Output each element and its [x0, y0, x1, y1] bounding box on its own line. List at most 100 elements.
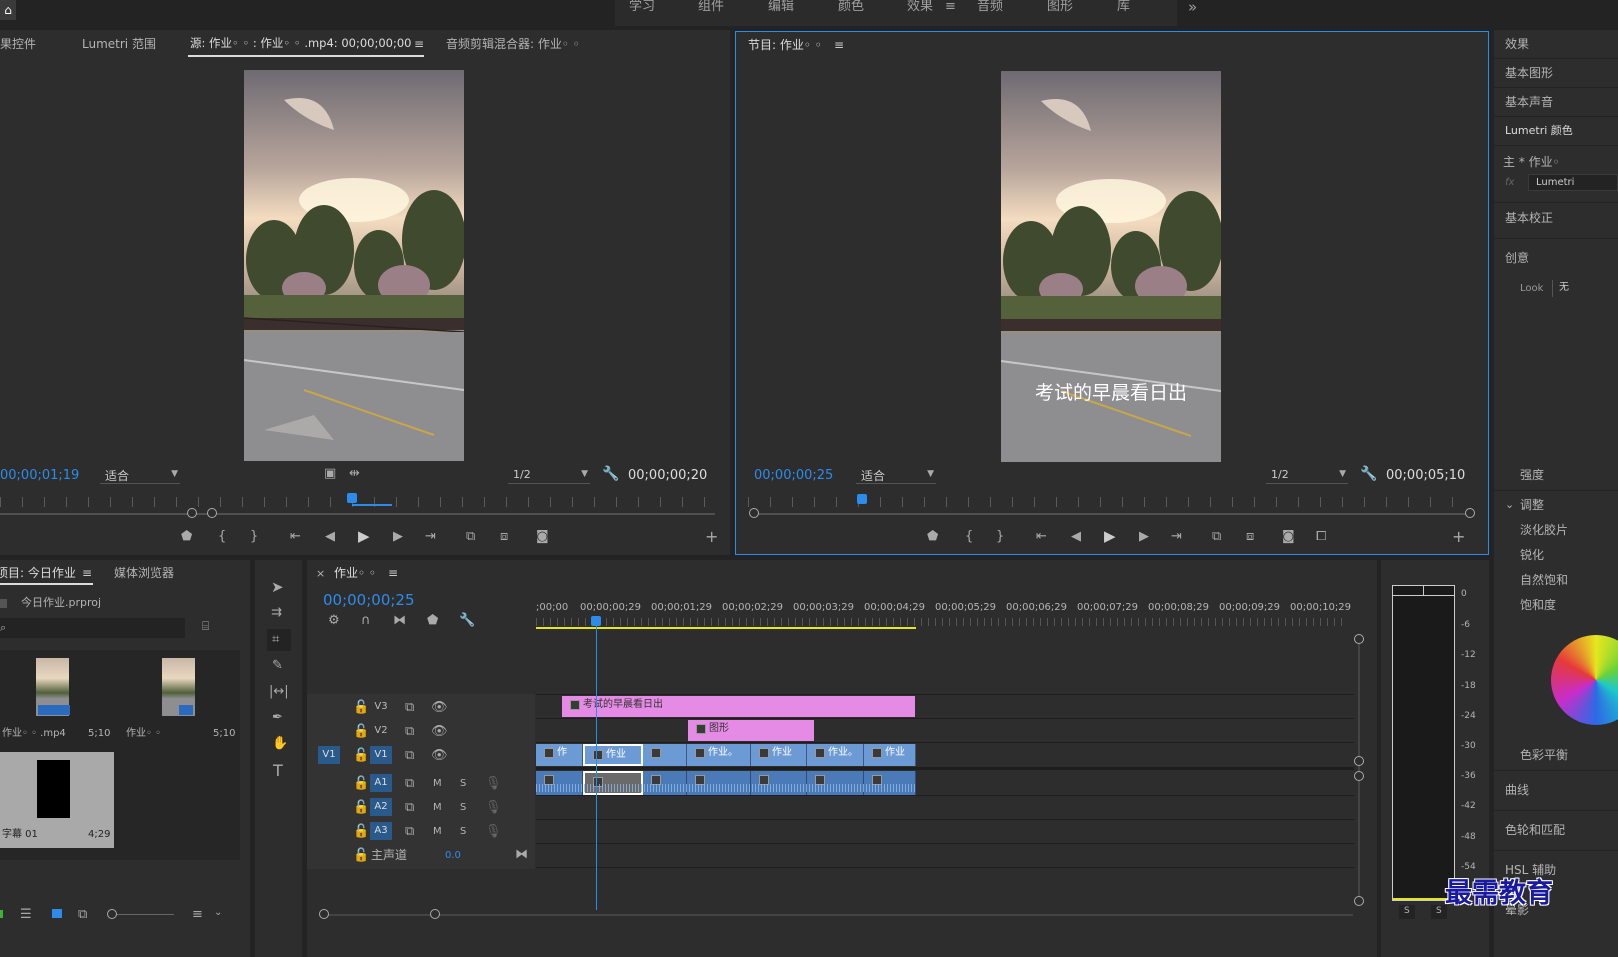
type-tool-icon[interactable]: T: [273, 763, 283, 779]
sort-icon[interactable]: ≡: [192, 908, 203, 921]
eye-icon[interactable]: 👁: [431, 701, 448, 714]
mark-out-icon[interactable]: }: [250, 530, 258, 543]
timeline-timecode[interactable]: 00;00;00;25: [323, 593, 415, 608]
source-playhead[interactable]: [347, 493, 357, 503]
work-area-bar[interactable]: [536, 627, 916, 629]
freeform-view-icon[interactable]: ⧉: [78, 908, 87, 921]
track-label[interactable]: V1: [370, 746, 392, 764]
program-zoom-scrollbar[interactable]: [754, 513, 1470, 515]
workspace-tab-graphics[interactable]: 图形: [1047, 0, 1073, 26]
wrench-icon[interactable]: 🔧: [1360, 467, 1377, 481]
panel-item-essential-graphics[interactable]: 基本图形: [1505, 67, 1553, 79]
section-color-wheels[interactable]: 色轮和匹配: [1505, 824, 1565, 836]
sync-lock-icon[interactable]: ⧉: [405, 749, 414, 762]
v1-clip[interactable]: [643, 744, 687, 766]
program-video-frame[interactable]: 考试的早晨看日出: [1001, 71, 1221, 462]
microphone-icon[interactable]: 🎙: [485, 825, 502, 838]
find-icon[interactable]: ⌸: [202, 620, 209, 632]
microphone-icon[interactable]: 🎙: [485, 777, 502, 790]
razor-tool-icon[interactable]: ✎: [272, 659, 283, 672]
track-label[interactable]: A3: [370, 822, 392, 840]
chevron-down-icon[interactable]: ⌄: [1505, 499, 1514, 510]
sync-lock-icon[interactable]: ⧉: [405, 801, 414, 814]
project-item-caption[interactable]: 字幕 01 4;29: [0, 752, 114, 848]
workspace-tab-effects[interactable]: 效果: [907, 0, 933, 26]
lock-icon[interactable]: 🔓: [353, 825, 369, 838]
add-button-icon[interactable]: +: [705, 529, 718, 545]
go-to-out-icon[interactable]: ⇥: [425, 530, 436, 543]
panel-item-lumetri-color[interactable]: Lumetri 颜色: [1505, 125, 1573, 136]
project-item-sequence[interactable]: 作业◦ ◦ 5;10: [122, 652, 235, 745]
v1-clip[interactable]: 作业。: [807, 744, 864, 766]
hscroll-handle-right[interactable]: [430, 909, 440, 919]
graphic-clip[interactable]: 图形: [688, 720, 814, 741]
slip-tool-icon[interactable]: |↔|: [269, 685, 289, 698]
lock-icon[interactable]: 🔓: [353, 801, 369, 814]
title-clip[interactable]: 考试的早晨看日出: [562, 696, 915, 717]
microphone-icon[interactable]: 🎙: [485, 801, 502, 814]
solo-left-button[interactable]: S: [1399, 905, 1415, 919]
v1-clip-selected[interactable]: 作业: [583, 744, 643, 766]
pen-tool-icon[interactable]: ✒: [272, 711, 283, 724]
panel-menu-icon[interactable]: ≡: [834, 39, 844, 51]
step-forward-icon[interactable]: ▶: [1139, 530, 1149, 543]
source-zoom-scrollbar[interactable]: [0, 513, 715, 515]
drag-video-only-icon[interactable]: ⇹: [349, 467, 360, 480]
linked-selection-icon[interactable]: ⧓: [393, 614, 406, 627]
tab-source[interactable]: 源: 作业◦ ◦ : 作业◦ ◦ .mp4: 00;00;00;00: [190, 37, 411, 50]
vscroll-handle[interactable]: [1354, 756, 1364, 766]
workspace-tab-learn[interactable]: 学习: [629, 0, 655, 26]
lock-icon[interactable]: 🔓: [353, 749, 369, 762]
sync-lock-icon[interactable]: ⧉: [405, 777, 414, 790]
tab-media-browser[interactable]: 媒体浏览器: [114, 567, 174, 579]
tab-effect-controls[interactable]: 效果控件: [0, 38, 36, 50]
workspace-tab-audio[interactable]: 音频: [977, 0, 1003, 26]
section-basic-correction[interactable]: 基本校正: [1505, 212, 1553, 224]
home-icon[interactable]: ⌂: [0, 0, 16, 20]
program-zoom-handle-right[interactable]: [1465, 508, 1475, 518]
workspace-overflow-icon[interactable]: »: [1188, 0, 1197, 26]
source-resolution-dropdown[interactable]: 1/2 ▼: [508, 467, 590, 484]
vscroll-handle[interactable]: [1354, 896, 1364, 906]
tab-project[interactable]: 项目: 今日作业: [0, 567, 76, 579]
wrench-icon[interactable]: 🔧: [602, 467, 619, 481]
go-to-in-icon[interactable]: ⇤: [1036, 530, 1047, 543]
timeline-tab-title[interactable]: 作业◦ ◦: [334, 567, 376, 579]
comparison-view-icon[interactable]: ⧠: [1316, 530, 1326, 543]
insert-icon[interactable]: ⧉: [466, 530, 475, 543]
sync-lock-icon[interactable]: ⧉: [405, 725, 414, 738]
mark-in-icon[interactable]: {: [218, 530, 226, 543]
v1-clip[interactable]: 作业: [864, 744, 916, 766]
source-fit-dropdown[interactable]: 适合 ▼: [100, 467, 180, 484]
sync-lock-icon[interactable]: ⧉: [405, 701, 414, 714]
camera-icon[interactable]: ◙: [536, 530, 549, 543]
v1-clip[interactable]: 作: [536, 744, 583, 766]
play-icon[interactable]: ▶: [358, 529, 370, 544]
solo-button[interactable]: S: [460, 827, 466, 837]
play-icon[interactable]: ▶: [1104, 529, 1116, 544]
vscroll-handle[interactable]: [1354, 634, 1364, 644]
workspace-menu-icon[interactable]: ≡: [945, 0, 956, 26]
icon-view-icon[interactable]: [52, 909, 62, 918]
timeline-ruler-area[interactable]: ;00;00 00;00;00;29 00;00;01;29 00;00;02;…: [536, 598, 1354, 634]
add-button-icon[interactable]: +: [1452, 529, 1465, 545]
project-search-input[interactable]: [0, 618, 185, 638]
source-patch[interactable]: V1: [318, 746, 340, 764]
program-zoom-handle-left[interactable]: [749, 508, 759, 518]
solo-button[interactable]: S: [460, 779, 466, 789]
tab-lumetri-scopes[interactable]: Lumetri 范围: [82, 38, 156, 50]
mark-out-icon[interactable]: }: [996, 530, 1004, 543]
selection-tool-icon[interactable]: ➤: [271, 580, 284, 595]
lock-icon[interactable]: 🔓: [353, 849, 369, 862]
panel-menu-icon[interactable]: ≡: [388, 567, 398, 579]
go-to-end-icon[interactable]: ⧓: [515, 848, 528, 861]
track-label[interactable]: V3: [370, 698, 392, 716]
mute-button[interactable]: M: [433, 779, 442, 789]
section-hsl-secondary[interactable]: HSL 辅助: [1505, 864, 1556, 876]
vscroll-handle[interactable]: [1354, 771, 1364, 781]
workspace-tab-assembly[interactable]: 组件: [698, 0, 724, 26]
add-marker-icon[interactable]: ⬟: [427, 614, 438, 627]
program-timecode-current[interactable]: 00;00;00;25: [754, 469, 833, 482]
track-label[interactable]: V2: [370, 722, 392, 740]
nest-icon[interactable]: ⚙: [328, 614, 340, 627]
